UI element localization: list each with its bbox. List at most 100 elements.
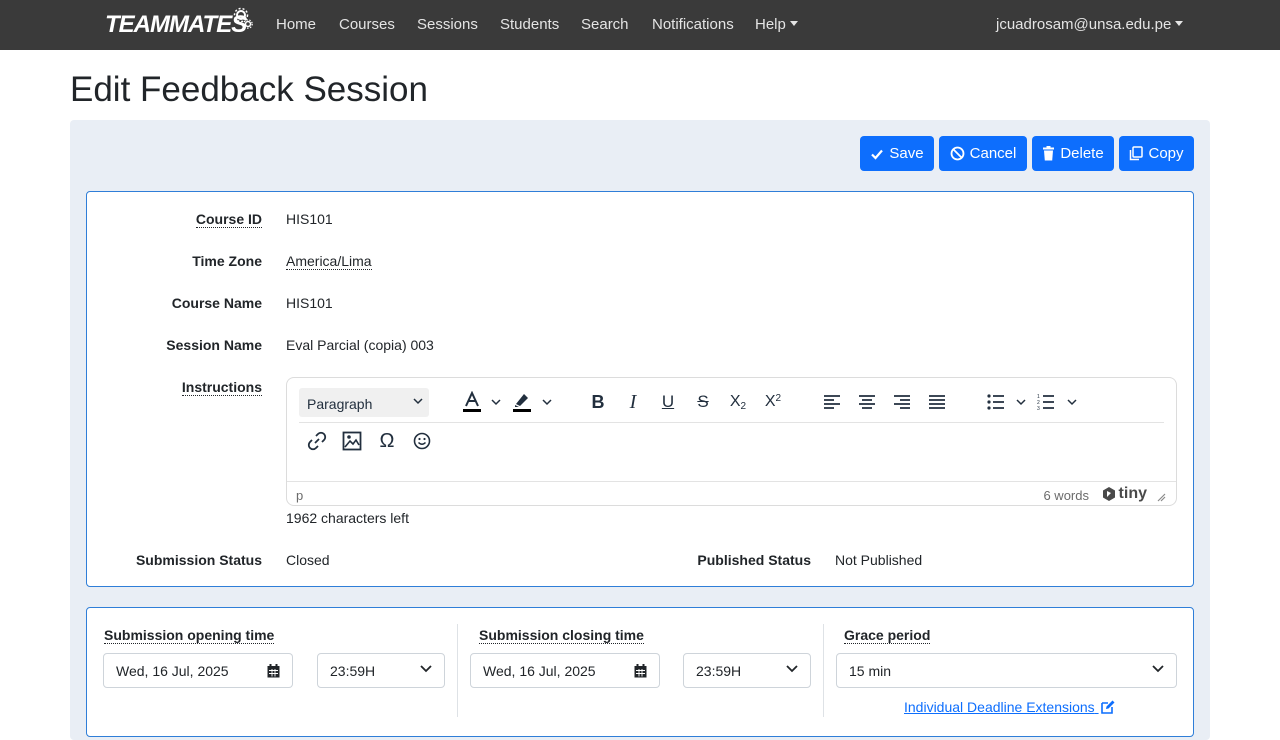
nav-students[interactable]: Students — [500, 16, 559, 33]
nav-home[interactable]: Home — [276, 16, 316, 33]
cancel-button[interactable]: Cancel — [939, 136, 1027, 171]
caret-down-icon — [786, 16, 798, 33]
calendar-icon — [634, 663, 647, 677]
tiny-logo-icon — [1102, 487, 1115, 501]
word-count[interactable]: 6 words — [1043, 488, 1089, 503]
align-left-icon[interactable] — [818, 388, 846, 416]
underline-icon[interactable]: U — [654, 388, 682, 416]
brand-logo[interactable]: TEAMMATES — [105, 7, 253, 43]
opening-date-calendar-button[interactable] — [255, 653, 293, 688]
bullet-list-icon[interactable] — [982, 388, 1010, 416]
text-color-icon — [463, 391, 481, 412]
top-navbar: TEAMMATES Home Courses Sessions Students… — [0, 0, 1280, 50]
chevron-down-icon[interactable] — [491, 399, 501, 406]
superscript-icon[interactable]: X2 — [759, 388, 787, 416]
emoticons-icon[interactable] — [408, 427, 436, 455]
chevron-down-icon[interactable] — [1016, 399, 1026, 406]
svg-text:3: 3 — [1037, 406, 1040, 411]
opening-time-value: 23:59H — [330, 663, 376, 679]
check-icon — [871, 149, 884, 160]
strikethrough-icon[interactable]: S — [689, 388, 717, 416]
align-justify-icon[interactable] — [923, 388, 951, 416]
bold-icon[interactable]: B — [584, 388, 612, 416]
brand-name: TEAMMATES — [105, 11, 247, 38]
chevron-down-icon[interactable] — [542, 399, 552, 406]
highlighter-icon — [513, 394, 531, 412]
closing-date-calendar-button[interactable] — [622, 653, 660, 688]
nav-help-dropdown[interactable]: Help — [755, 16, 798, 33]
highlight-color-button[interactable] — [508, 388, 536, 416]
element-path[interactable]: p — [296, 488, 303, 503]
course-name-value: HIS101 — [286, 295, 333, 311]
subscript-icon[interactable]: X2 — [724, 388, 752, 416]
nav-help-label: Help — [755, 16, 786, 33]
align-right-icon[interactable] — [888, 388, 916, 416]
delete-label: Delete — [1060, 145, 1104, 162]
ban-icon — [950, 146, 965, 161]
calendar-icon — [267, 663, 280, 677]
submission-status-value: Closed — [286, 552, 330, 568]
editor-statusbar: p 6 words tiny — [287, 481, 1176, 506]
closing-time-label: Submission closing time — [479, 627, 644, 644]
save-label: Save — [889, 145, 924, 162]
caret-down-icon — [1171, 16, 1183, 33]
column-divider — [457, 624, 458, 717]
save-button[interactable]: Save — [860, 136, 934, 171]
trash-icon — [1043, 146, 1055, 161]
grace-period-value: 15 min — [849, 663, 892, 679]
course-id-label: Course ID — [195, 211, 262, 228]
tiny-branding[interactable]: tiny — [1101, 485, 1166, 503]
align-center-icon[interactable] — [853, 388, 881, 416]
text-color-button[interactable] — [458, 388, 486, 416]
block-format-value: Paragraph — [307, 396, 373, 412]
user-menu-dropdown[interactable]: jcuadrosam@unsa.edu.pe — [996, 16, 1183, 33]
numbered-list-icon[interactable]: 123 — [1032, 388, 1060, 416]
user-email: jcuadrosam@unsa.edu.pe — [996, 16, 1172, 33]
copy-button[interactable]: Copy — [1119, 136, 1194, 171]
grace-period-select[interactable]: 15 min — [836, 653, 1177, 688]
page-title: Edit Feedback Session — [70, 70, 428, 109]
course-name-label: Course Name — [171, 295, 262, 311]
opening-time-label: Submission opening time — [104, 627, 275, 644]
characters-left: 1962 characters left — [286, 510, 409, 526]
toolbar-divider — [299, 422, 1164, 423]
nav-notifications[interactable]: Notifications — [652, 16, 734, 33]
italic-icon[interactable]: I — [619, 388, 647, 416]
nav-search[interactable]: Search — [581, 16, 629, 33]
delete-button[interactable]: Delete — [1032, 136, 1114, 171]
session-name-value: Eval Parcial (copia) 003 — [286, 337, 434, 353]
edit-icon — [1100, 700, 1115, 714]
chevron-down-icon[interactable] — [1067, 399, 1077, 406]
copy-icon — [1130, 146, 1144, 161]
course-id-value: HIS101 — [286, 211, 333, 227]
gears-icon — [233, 7, 253, 29]
block-format-select[interactable]: Paragraph — [299, 388, 429, 417]
opening-time-select[interactable]: 23:59H — [317, 653, 445, 688]
copy-label: Copy — [1148, 145, 1184, 162]
published-status-value: Not Published — [835, 552, 923, 568]
grace-period-label: Grace period — [844, 627, 931, 644]
opening-date-input[interactable]: Wed, 16 Jul, 2025 — [103, 653, 256, 688]
closing-time-select[interactable]: 23:59H — [683, 653, 811, 688]
chevron-down-icon — [786, 665, 798, 673]
chevron-down-icon — [1152, 665, 1164, 673]
resize-handle-icon[interactable] — [1157, 493, 1166, 502]
closing-time-value: 23:59H — [696, 663, 742, 679]
special-character-icon[interactable]: Ω — [373, 427, 401, 455]
nav-courses[interactable]: Courses — [339, 16, 395, 33]
link-icon[interactable] — [303, 427, 331, 455]
time-zone-label: Time Zone — [192, 253, 262, 269]
instructions-editor[interactable]: Paragraph B I U S X2 X2 123 Ω p 6 words … — [286, 377, 1177, 506]
session-name-label: Session Name — [166, 337, 262, 353]
submission-status-label: Submission Status — [135, 552, 262, 568]
chevron-down-icon — [420, 665, 432, 673]
closing-date-input[interactable]: Wed, 16 Jul, 2025 — [470, 653, 623, 688]
chevron-down-icon — [413, 398, 423, 405]
image-icon[interactable] — [338, 427, 366, 455]
column-divider — [823, 624, 824, 717]
individual-deadline-extensions-link[interactable]: Individual Deadline Extensions — [904, 699, 1115, 715]
instructions-label: Instructions — [181, 379, 262, 396]
nav-sessions[interactable]: Sessions — [417, 16, 478, 33]
published-status-label: Published Status — [697, 552, 811, 568]
time-zone-value: America/Lima — [286, 253, 372, 270]
